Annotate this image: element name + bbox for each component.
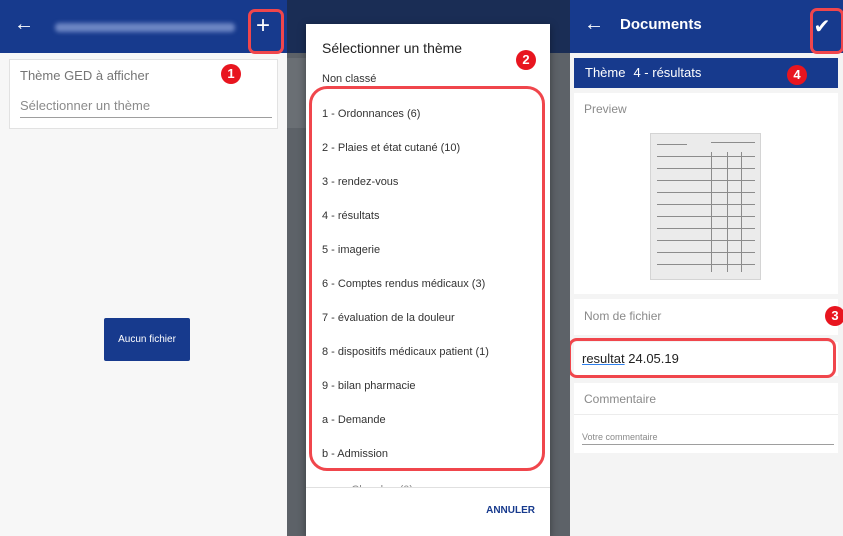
callout-theme-list xyxy=(309,86,545,471)
dialog-divider xyxy=(306,487,550,488)
callout-confirm-button xyxy=(810,8,843,54)
blurred-patient-name xyxy=(55,23,235,32)
comment-input[interactable]: Votre commentaire xyxy=(582,432,834,445)
theme-label: Thème xyxy=(585,65,626,80)
screen-ged-list: ← + Thème GED à afficher Sélectionner un… xyxy=(0,0,287,536)
back-arrow-icon[interactable]: ← xyxy=(14,14,34,34)
filename-label: Nom de fichier xyxy=(584,309,662,323)
page-title: Documents xyxy=(620,16,702,33)
cancel-button[interactable]: ANNULER xyxy=(486,505,535,516)
comment-card: Commentaire Votre commentaire xyxy=(574,383,838,453)
theme-option-unclassified[interactable]: Non classé xyxy=(322,73,376,85)
theme-filter-label: Thème GED à afficher xyxy=(20,68,150,83)
screen-theme-dialog: Sélectionner un thème Non classé 1 - Ord… xyxy=(287,0,570,536)
step-marker-4: 4 xyxy=(787,65,807,85)
document-thumbnail[interactable] xyxy=(650,133,761,280)
theme-value: 4 - résultats xyxy=(633,65,702,80)
callout-add-button xyxy=(248,9,284,54)
preview-label: Preview xyxy=(584,102,627,116)
callout-filename-field xyxy=(570,338,836,378)
step-marker-2: 2 xyxy=(516,50,536,70)
screen-documents: ← Documents ✔ Thème 4 - résultats 4 Previ… xyxy=(570,0,843,536)
comment-label: Commentaire xyxy=(584,392,657,406)
app-bar: ← + xyxy=(0,0,287,53)
back-arrow-icon[interactable]: ← xyxy=(584,14,604,34)
comment-divider xyxy=(574,414,838,415)
step-marker-1: 1 xyxy=(221,64,241,84)
theme-select[interactable]: Sélectionner un thème xyxy=(20,98,272,118)
no-file-button[interactable]: Aucun fichier xyxy=(104,318,190,361)
filename-card: Nom de fichier xyxy=(574,299,838,335)
app-bar: ← Documents ✔ xyxy=(570,0,843,53)
dialog-title: Sélectionner un thème xyxy=(322,40,463,56)
preview-card: Preview xyxy=(574,93,838,294)
step-marker-3: 3 xyxy=(825,306,843,326)
